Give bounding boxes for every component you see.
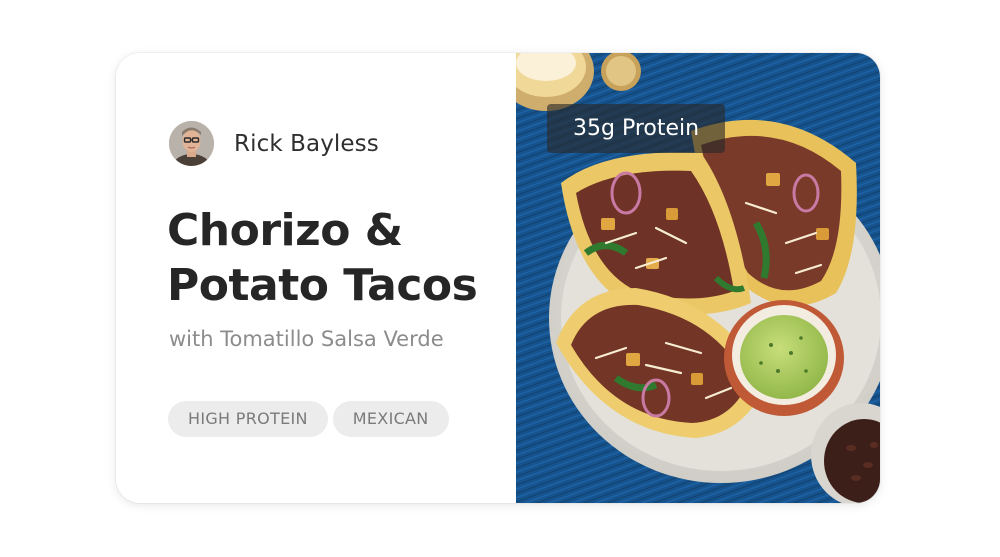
tag-list: HIGH PROTEIN MEXICAN xyxy=(168,401,449,437)
recipe-photo[interactable]: 35g Protein xyxy=(516,53,880,503)
recipe-title-line-1[interactable]: Chorizo & xyxy=(167,203,497,258)
avatar[interactable] xyxy=(169,121,214,166)
recipe-info-panel: Rick Bayless Chorizo & Potato Tacos with… xyxy=(116,53,516,503)
recipe-subtitle: with Tomatillo Salsa Verde xyxy=(169,327,444,351)
tag-mexican[interactable]: MEXICAN xyxy=(332,401,449,437)
recipe-title[interactable]: Chorizo & Potato Tacos xyxy=(167,203,497,313)
author-portrait-icon xyxy=(169,121,214,166)
author[interactable]: Rick Bayless xyxy=(169,121,379,166)
tag-high-protein[interactable]: HIGH PROTEIN xyxy=(168,401,328,437)
recipe-title-line-2[interactable]: Potato Tacos xyxy=(167,258,497,313)
protein-badge: 35g Protein xyxy=(547,104,726,153)
author-name[interactable]: Rick Bayless xyxy=(234,131,379,157)
recipe-card[interactable]: Rick Bayless Chorizo & Potato Tacos with… xyxy=(116,53,880,503)
